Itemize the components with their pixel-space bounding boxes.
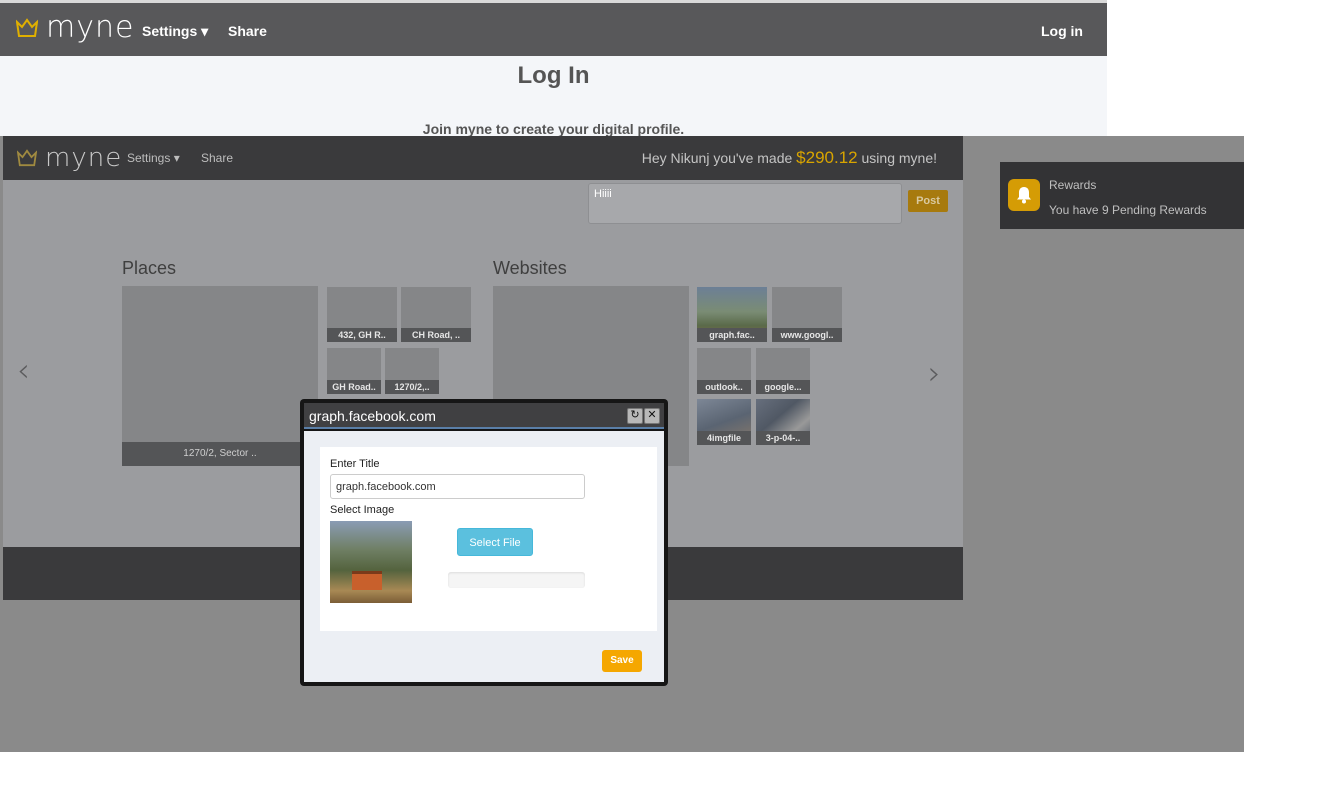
dialog-body: Enter Title graph.facebook.com Select Im… bbox=[304, 431, 664, 682]
earnings-suffix: using myne! bbox=[857, 150, 938, 166]
place-tile[interactable]: 1270/2, Sector .. bbox=[122, 286, 318, 466]
place-tile-caption: 1270/2, Sector .. bbox=[122, 442, 318, 466]
place-tile[interactable]: GH Road.. bbox=[327, 348, 381, 394]
post-button[interactable]: Post bbox=[908, 190, 948, 212]
crown-icon bbox=[17, 149, 37, 167]
nav-settings-label: Settings bbox=[127, 151, 171, 165]
image-label: Select Image bbox=[330, 504, 395, 516]
website-tile[interactable]: 4imgfile bbox=[697, 399, 751, 445]
logo-text: myne bbox=[46, 10, 135, 45]
nav-share[interactable]: Share bbox=[201, 151, 233, 165]
selected-image bbox=[330, 521, 412, 603]
tile-caption: outlook.. bbox=[697, 380, 751, 394]
tile-caption: CH Road, .. bbox=[401, 328, 471, 342]
websites-title: Websites bbox=[493, 258, 567, 278]
tile-caption: www.googl.. bbox=[772, 328, 842, 342]
places-title: Places bbox=[122, 258, 177, 278]
earnings-message: Hey Nikunj you've made $290.12 using myn… bbox=[642, 148, 937, 168]
website-tile[interactable]: 3-p-04-.. bbox=[756, 399, 810, 445]
carousel-next-icon[interactable]: › bbox=[928, 354, 941, 392]
myne-logo[interactable]: myne bbox=[17, 145, 122, 171]
tile-caption: google... bbox=[756, 380, 810, 394]
title-label: Enter Title bbox=[330, 458, 380, 470]
place-tile[interactable]: 1270/2,.. bbox=[385, 348, 439, 394]
logo-text: myne bbox=[45, 143, 123, 173]
place-tile[interactable]: 432, GH R.. bbox=[327, 287, 397, 342]
tile-caption: 1270/2,.. bbox=[385, 380, 439, 394]
back-navbar: myne Settings ▾ Share Log in bbox=[0, 0, 1107, 56]
image-hut bbox=[352, 571, 382, 590]
dialog-title: graph.facebook.com bbox=[309, 408, 436, 424]
close-icon[interactable]: ✕ bbox=[644, 408, 660, 424]
edit-dialog: graph.facebook.com ↻ ✕ Enter Title graph… bbox=[300, 399, 668, 686]
title-input[interactable]: graph.facebook.com bbox=[330, 474, 585, 499]
refresh-icon[interactable]: ↻ bbox=[627, 408, 643, 424]
myne-logo[interactable]: myne bbox=[16, 13, 134, 43]
page-title: Log In bbox=[517, 62, 590, 89]
place-tile[interactable]: CH Road, .. bbox=[401, 287, 471, 342]
save-button[interactable]: Save bbox=[602, 650, 642, 672]
post-input[interactable]: Hiiii bbox=[588, 183, 902, 224]
bell-icon bbox=[1008, 179, 1040, 211]
rewards-title: Rewards bbox=[1049, 178, 1097, 192]
nav-share[interactable]: Share bbox=[228, 23, 267, 39]
tile-caption: 3-p-04-.. bbox=[756, 431, 810, 445]
nav-settings-label: Settings bbox=[142, 23, 198, 39]
website-tile[interactable]: graph.fac.. bbox=[697, 287, 767, 342]
earnings-prefix: Hey Nikunj you've made bbox=[641, 150, 797, 166]
nav-settings[interactable]: Settings ▾ bbox=[142, 23, 208, 40]
dialog-form: Enter Title graph.facebook.com Select Im… bbox=[320, 447, 657, 631]
app-navbar: myne Settings ▾ Share Hey Nikunj you've … bbox=[3, 136, 963, 180]
page-subtitle: Join myne to create your digital profile… bbox=[422, 121, 685, 137]
upload-progress-bar bbox=[448, 572, 585, 588]
nav-login[interactable]: Log in bbox=[1041, 23, 1083, 39]
website-tile[interactable]: google... bbox=[756, 348, 810, 394]
tile-caption: graph.fac.. bbox=[697, 328, 767, 342]
carousel-prev-icon[interactable]: ‹ bbox=[17, 351, 30, 389]
dialog-header: graph.facebook.com ↻ ✕ bbox=[304, 403, 664, 429]
tile-caption: 432, GH R.. bbox=[327, 328, 397, 342]
tile-caption: GH Road.. bbox=[327, 380, 381, 394]
earnings-amount: $290.12 bbox=[796, 148, 858, 167]
rewards-text: You have 9 Pending Rewards bbox=[1049, 203, 1207, 217]
select-file-button[interactable]: Select File bbox=[457, 528, 533, 556]
website-tile[interactable]: www.googl.. bbox=[772, 287, 842, 342]
tile-caption: 4imgfile bbox=[697, 431, 751, 445]
crown-icon bbox=[16, 18, 38, 37]
nav-settings[interactable]: Settings ▾ bbox=[127, 151, 180, 165]
rewards-notification[interactable]: Rewards You have 9 Pending Rewards bbox=[1000, 162, 1244, 229]
website-tile[interactable]: outlook.. bbox=[697, 348, 751, 394]
